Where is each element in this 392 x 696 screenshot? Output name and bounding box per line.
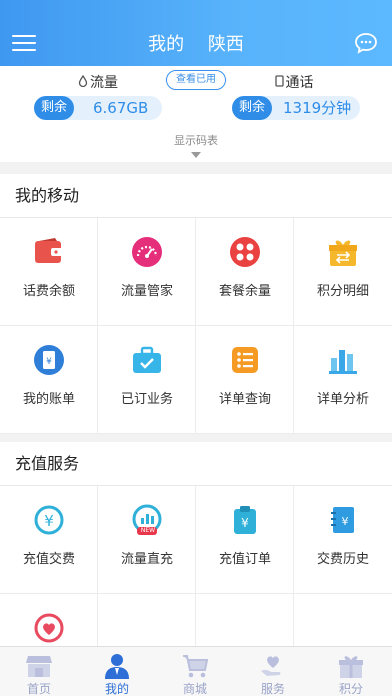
grid-item-data-recharge[interactable]: NEW 流量直充	[98, 486, 196, 594]
grid-item-detail-query[interactable]: 详单查询	[196, 326, 294, 434]
grid-item-label: 交费历史	[316, 552, 369, 567]
voice-remaining-value: 1319分钟	[283, 99, 352, 117]
yuan-coin-icon: ¥	[33, 504, 65, 536]
grid-item-label: 积分明细	[316, 284, 369, 299]
grid-item-label: 充值交费	[22, 552, 75, 567]
tab-label: 我的	[104, 682, 129, 696]
grid-item-points-detail[interactable]: 积分明细	[294, 218, 392, 326]
tab-points[interactable]: 积分	[312, 647, 390, 696]
list-icon	[229, 344, 261, 376]
heart-icon	[33, 612, 65, 644]
gift-icon	[327, 236, 359, 268]
store-icon	[25, 653, 53, 679]
grid-item-label: 套餐余量	[218, 284, 271, 299]
history-notebook-icon: ¥	[327, 504, 359, 536]
package-grid-icon	[229, 236, 261, 268]
grid-item-detail-analysis[interactable]: 详单分析	[294, 326, 392, 434]
user-icon	[103, 653, 131, 679]
region-selector[interactable]: 陕西	[208, 34, 244, 55]
briefcase-check-icon	[131, 344, 163, 376]
page-title: 我的	[148, 34, 185, 55]
grid-item-my-bill[interactable]: ¥ 我的账单	[0, 326, 98, 434]
tab-label: 商城	[182, 682, 207, 696]
tab-service[interactable]: 服务	[234, 647, 312, 696]
remain-tag: 剩余	[34, 96, 75, 120]
grid-item-recharge-order[interactable]: ¥ 充值订单	[196, 486, 294, 594]
bar-chart-icon	[327, 344, 359, 376]
bottom-tab-bar: 首页 我的 商城 服务 积分	[0, 646, 392, 696]
tab-label: 服务	[260, 682, 285, 696]
tab-mall[interactable]: 商城	[156, 647, 234, 696]
grid-item-phone-balance[interactable]: 话费余额	[0, 218, 98, 326]
data-remaining-pill: 剩余 6.67GB	[34, 96, 162, 120]
tab-label: 首页	[26, 682, 51, 696]
grid-item-label: 充值订单	[218, 552, 271, 567]
grid-item-label: 流量直充	[120, 552, 173, 567]
recharge-grid: ¥ 充值交费 NEW 流量直充 ¥ 充值订单 ¥ 交费历史	[0, 486, 392, 696]
svg-text:¥: ¥	[44, 512, 54, 530]
my-page: 我的 陕西 流量 通话 查看已用 剩余 6.67GB 剩余 1319分钟 显示码…	[0, 0, 392, 696]
svg-text:¥: ¥	[46, 357, 52, 367]
svg-text:¥: ¥	[342, 515, 349, 528]
show-code-table[interactable]: 显示码表	[0, 132, 392, 148]
grid-item-label: 详单分析	[316, 392, 369, 407]
tab-label: 积分	[338, 682, 363, 696]
voice-remaining-pill: 剩余 1319分钟	[232, 96, 360, 120]
wallet-icon	[33, 236, 65, 268]
grid-item-label: 流量管家	[120, 284, 173, 299]
header-title: 我的 陕西	[0, 30, 392, 56]
bill-icon: ¥	[33, 344, 65, 376]
message-icon[interactable]	[354, 32, 378, 54]
my-mobile-grid: 话费余额 流量管家 套餐余量 积分明细 ¥ 我的账单 已订业务 详单查询 详单分…	[0, 218, 392, 434]
section-title-my-mobile: 我的移动	[0, 174, 392, 218]
remain-tag: 剩余	[232, 96, 273, 120]
grid-item-subscribed-services[interactable]: 已订业务	[98, 326, 196, 434]
grid-item-label: 详单查询	[218, 392, 271, 407]
view-used-button[interactable]: 查看已用	[166, 70, 226, 90]
order-clipboard-icon: ¥	[229, 504, 261, 536]
tab-home[interactable]: 首页	[0, 647, 78, 696]
tab-mine[interactable]: 我的	[78, 647, 156, 696]
grid-item-data-manager[interactable]: 流量管家	[98, 218, 196, 326]
grid-item-label: 话费余额	[22, 284, 75, 299]
grid-item-payment-history[interactable]: ¥ 交费历史	[294, 486, 392, 594]
data-remaining-value: 6.67GB	[93, 99, 149, 117]
grid-item-label: 已订业务	[120, 392, 173, 407]
shopping-cart-icon	[181, 653, 209, 679]
grid-item-label: 我的账单	[22, 392, 75, 407]
balance-panel: 流量 通话 查看已用 剩余 6.67GB 剩余 1319分钟 显示码表	[0, 66, 392, 162]
chevron-down-icon[interactable]	[191, 152, 201, 158]
phone-icon	[274, 75, 284, 90]
grid-item-recharge-pay[interactable]: ¥ 充值交费	[0, 486, 98, 594]
data-recharge-icon: NEW	[131, 504, 163, 536]
new-badge: NEW	[140, 527, 156, 534]
grid-item-package-remaining[interactable]: 套餐余量	[196, 218, 294, 326]
heart-hand-icon	[259, 653, 287, 679]
app-header: 我的 陕西	[0, 0, 392, 66]
svg-text:¥: ¥	[241, 516, 249, 530]
gift-box-icon	[337, 653, 365, 679]
droplet-icon	[78, 74, 88, 90]
speedometer-icon	[131, 236, 163, 268]
section-title-recharge: 充值服务	[0, 442, 392, 486]
